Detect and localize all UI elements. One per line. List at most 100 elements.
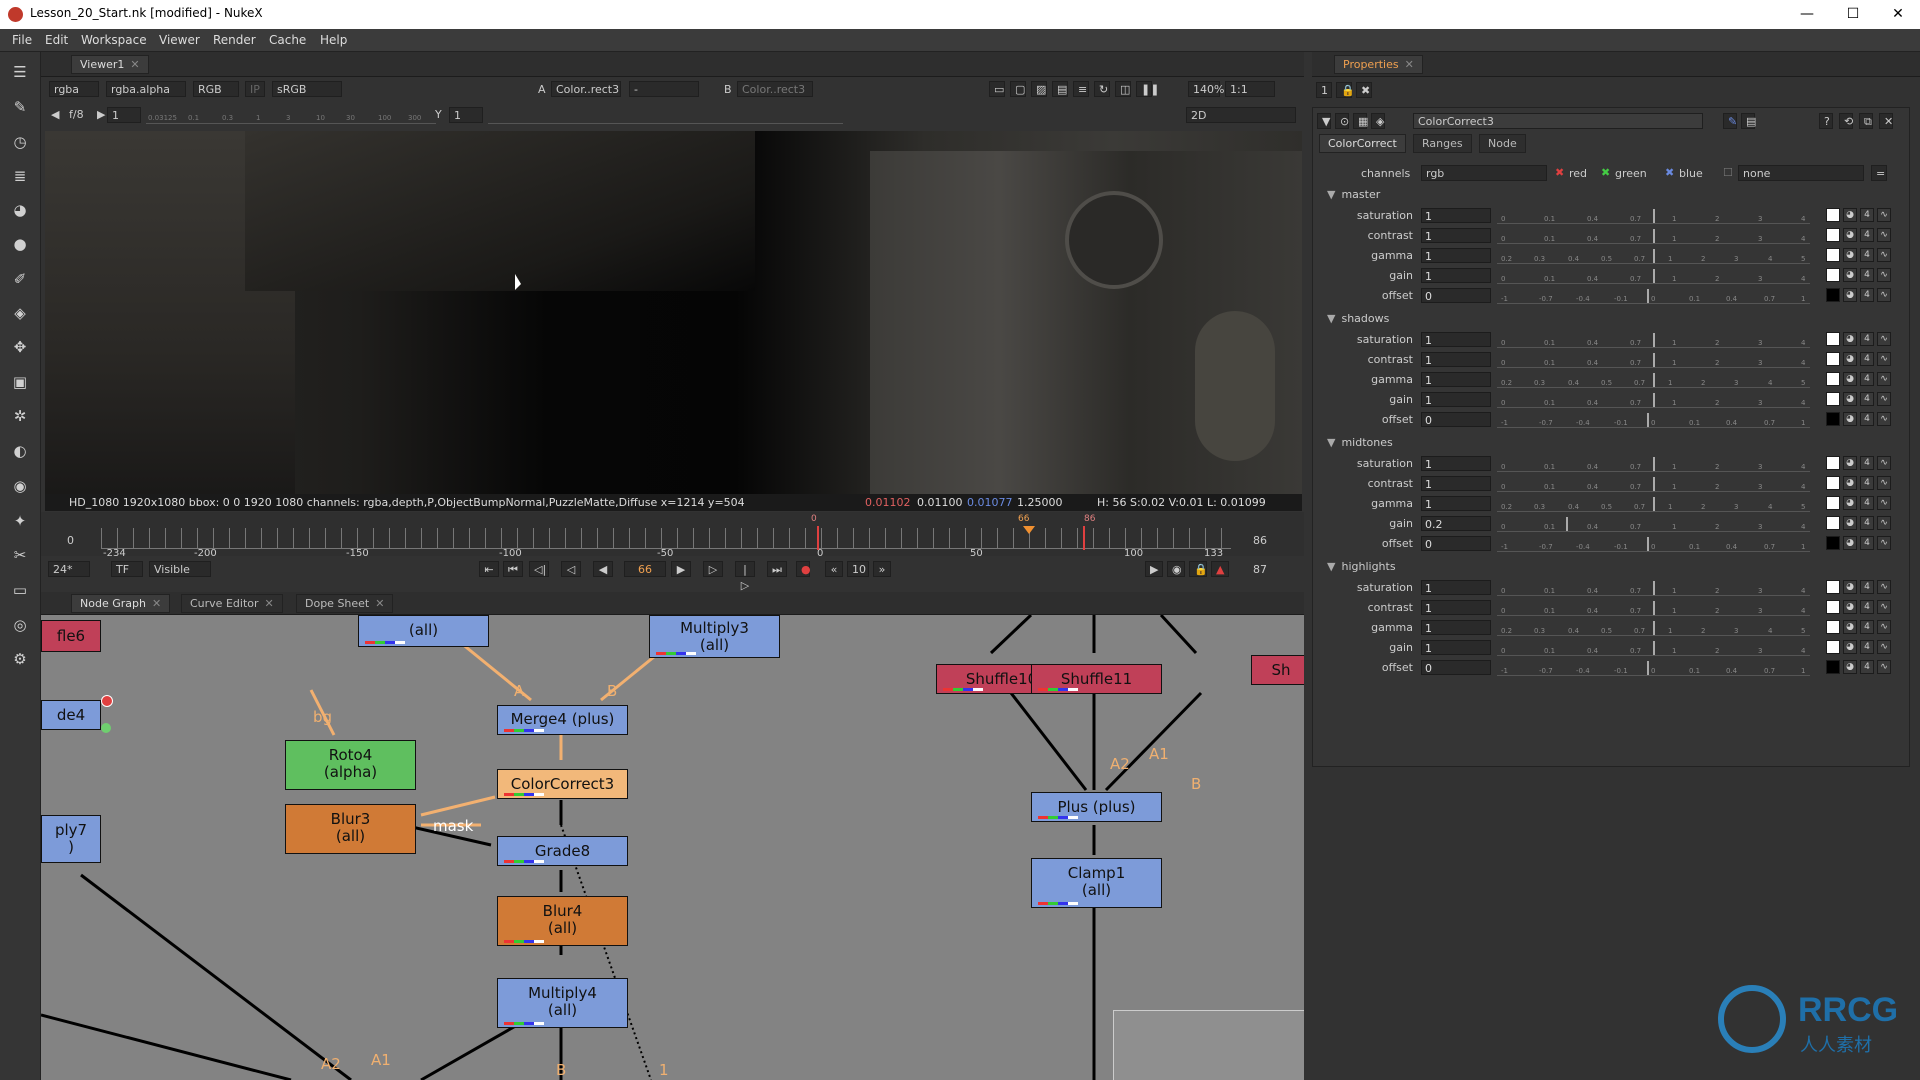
channel-set-dropdown[interactable]: rgba [49, 81, 99, 97]
color-swatch-icon[interactable] [1826, 640, 1840, 654]
slider-handle[interactable] [1653, 249, 1655, 263]
knob-slider[interactable]: -1 -0.7 -0.4 -0.1 0 0.1 0.4 0.7 1 [1497, 413, 1810, 428]
close-icon[interactable]: ✕ [1405, 58, 1414, 71]
last-frame-icon[interactable]: ⏭ [767, 561, 787, 577]
node-blur3[interactable]: Blur3 (all) [285, 804, 416, 854]
node-merge4[interactable]: Merge4 (plus) [497, 705, 628, 735]
dope-icon[interactable]: ▤ [1741, 113, 1756, 129]
node-plus[interactable]: Plus (plus) [1031, 792, 1162, 822]
play-forward-icon[interactable]: ▶ [671, 561, 691, 577]
knob-value-field[interactable]: 1 [1421, 228, 1491, 243]
draw-icon[interactable]: ✎ [10, 97, 30, 117]
node-colorcorrect3[interactable]: ColorCorrect3 [497, 769, 628, 799]
channel-split-button[interactable]: 4 [1860, 536, 1874, 550]
tab-node-graph[interactable]: Node Graph ✕ [71, 594, 171, 613]
proxy-icon[interactable]: ◫ [1115, 81, 1131, 97]
furnace-icon[interactable]: ◎ [10, 615, 30, 635]
next-frame-icon[interactable]: ▷ [703, 561, 723, 577]
refresh-icon[interactable]: ↻ [1094, 81, 1110, 97]
node-multiply3[interactable]: Multiply3 (all) [649, 615, 780, 658]
color-swatch-icon[interactable] [1826, 476, 1840, 490]
color-wheel-icon[interactable]: ◕ [1843, 248, 1857, 262]
lock-panel-icon[interactable]: 🔒 [1336, 82, 1355, 98]
curve-icon[interactable]: ∿ [1877, 352, 1891, 366]
curve-icon[interactable]: ∿ [1877, 640, 1891, 654]
channel-split-button[interactable]: 4 [1860, 332, 1874, 346]
subtab-ranges[interactable]: Ranges [1413, 134, 1472, 153]
slider-handle[interactable] [1653, 393, 1655, 407]
display-mode-dropdown[interactable]: RGB [193, 81, 239, 97]
knob-slider[interactable]: 0.2 0.3 0.4 0.5 0.7 1 2 3 4 5 [1497, 497, 1810, 512]
channel-split-button[interactable]: 4 [1860, 620, 1874, 634]
channel-split-button[interactable]: 4 [1860, 456, 1874, 470]
slider-handle[interactable] [1653, 269, 1655, 283]
subtab-colorcorrect[interactable]: ColorCorrect [1319, 134, 1406, 153]
knob-value-field[interactable]: 1 [1421, 248, 1491, 263]
knob-value-field[interactable]: 1 [1421, 476, 1491, 491]
menu-viewer[interactable]: Viewer [159, 33, 200, 47]
merge-icon[interactable]: ◈ [10, 303, 30, 323]
color-wheel-icon[interactable]: ◕ [1843, 392, 1857, 406]
float-icon[interactable]: ⧉ [1859, 113, 1873, 129]
channel-split-button[interactable]: 4 [1860, 516, 1874, 530]
subtab-node[interactable]: Node [1479, 134, 1526, 153]
input-a-dropdown[interactable]: Color..rect3 [551, 81, 621, 97]
color-swatch-icon[interactable] [1826, 248, 1840, 262]
color-wheel-icon[interactable]: ◕ [1843, 496, 1857, 510]
color-swatch-icon[interactable] [1826, 496, 1840, 510]
particles-icon[interactable]: ✲ [10, 406, 30, 426]
knob-slider[interactable]: 0 0.1 0.4 0.7 1 2 3 4 [1497, 517, 1810, 532]
knob-value-field[interactable]: 0 [1421, 660, 1491, 675]
ip-button[interactable]: IP [245, 81, 265, 97]
menu-cache[interactable]: Cache [269, 33, 306, 47]
channel-icon[interactable]: ≣ [10, 166, 30, 186]
close-icon[interactable]: ✕ [375, 597, 384, 610]
color-wheel-icon[interactable]: ◕ [1843, 600, 1857, 614]
menu-help[interactable]: Help [320, 33, 347, 47]
first-frame-icon[interactable]: ⏮ [503, 561, 523, 577]
knob-slider[interactable]: 0 0.1 0.4 0.7 1 2 3 4 [1497, 477, 1810, 492]
color-swatch-icon[interactable] [1826, 352, 1840, 366]
slider-handle[interactable] [1647, 661, 1649, 675]
gamma-field[interactable]: 1 [449, 107, 483, 123]
flipbook-icon[interactable]: ▶ [1145, 561, 1163, 577]
color-swatch-icon[interactable] [1826, 580, 1840, 594]
channel-split-button[interactable]: 4 [1860, 208, 1874, 222]
menu-render[interactable]: Render [213, 33, 256, 47]
color-swatch-icon[interactable] [1826, 208, 1840, 222]
tab-curve-editor[interactable]: Curve Editor ✕ [181, 594, 283, 613]
close-icon[interactable]: ✕ [265, 597, 274, 610]
slider-handle[interactable] [1566, 517, 1568, 531]
keyer-icon[interactable]: ✐ [10, 269, 30, 289]
slider-handle[interactable] [1653, 497, 1655, 511]
slider-handle[interactable] [1653, 353, 1655, 367]
knob-value-field[interactable]: 1 [1421, 332, 1491, 347]
knob-slider[interactable]: 0 0.1 0.4 0.7 1 2 3 4 [1497, 601, 1810, 616]
knob-slider[interactable]: 0 0.1 0.4 0.7 1 2 3 4 [1497, 209, 1810, 224]
slider-handle[interactable] [1647, 413, 1649, 427]
metadata-icon[interactable]: ✦ [10, 511, 30, 531]
channel-split-button[interactable]: 4 [1860, 288, 1874, 302]
curve-icon[interactable]: ∿ [1877, 620, 1891, 634]
knob-value-field[interactable]: 1 [1421, 268, 1491, 283]
curve-icon[interactable]: ∿ [1877, 268, 1891, 282]
knob-slider[interactable]: -1 -0.7 -0.4 -0.1 0 0.1 0.4 0.7 1 [1497, 661, 1810, 676]
channel-split-button[interactable]: 4 [1860, 392, 1874, 406]
maximize-button[interactable]: ☐ [1833, 3, 1873, 25]
knob-value-field[interactable]: 0.2 [1421, 516, 1491, 531]
reset-icon[interactable]: ⟲ [1839, 113, 1853, 129]
collapse-triangle-icon[interactable]: ▼ [1327, 188, 1335, 201]
skip-start-icon[interactable]: ⇤ [479, 561, 499, 577]
view-mode-dropdown[interactable]: 2D [1186, 107, 1296, 123]
node-multiply4[interactable]: Multiply4 (all) [497, 978, 628, 1028]
knob-value-field[interactable]: 1 [1421, 620, 1491, 635]
list-icon[interactable]: ≡ [1073, 81, 1089, 97]
node-toggle-icon[interactable]: ⊙ [1335, 113, 1349, 129]
close-window-button[interactable]: ✕ [1878, 3, 1918, 25]
navigator-minimap[interactable] [1113, 1010, 1304, 1080]
slider-handle[interactable] [1653, 621, 1655, 635]
color-wheel-icon[interactable]: ◕ [1843, 456, 1857, 470]
node-color-icon[interactable]: ▦ [1353, 113, 1368, 129]
node-shuffle11[interactable]: Shuffle11 [1031, 664, 1162, 694]
red-checkbox[interactable]: ✖ [1555, 166, 1564, 179]
